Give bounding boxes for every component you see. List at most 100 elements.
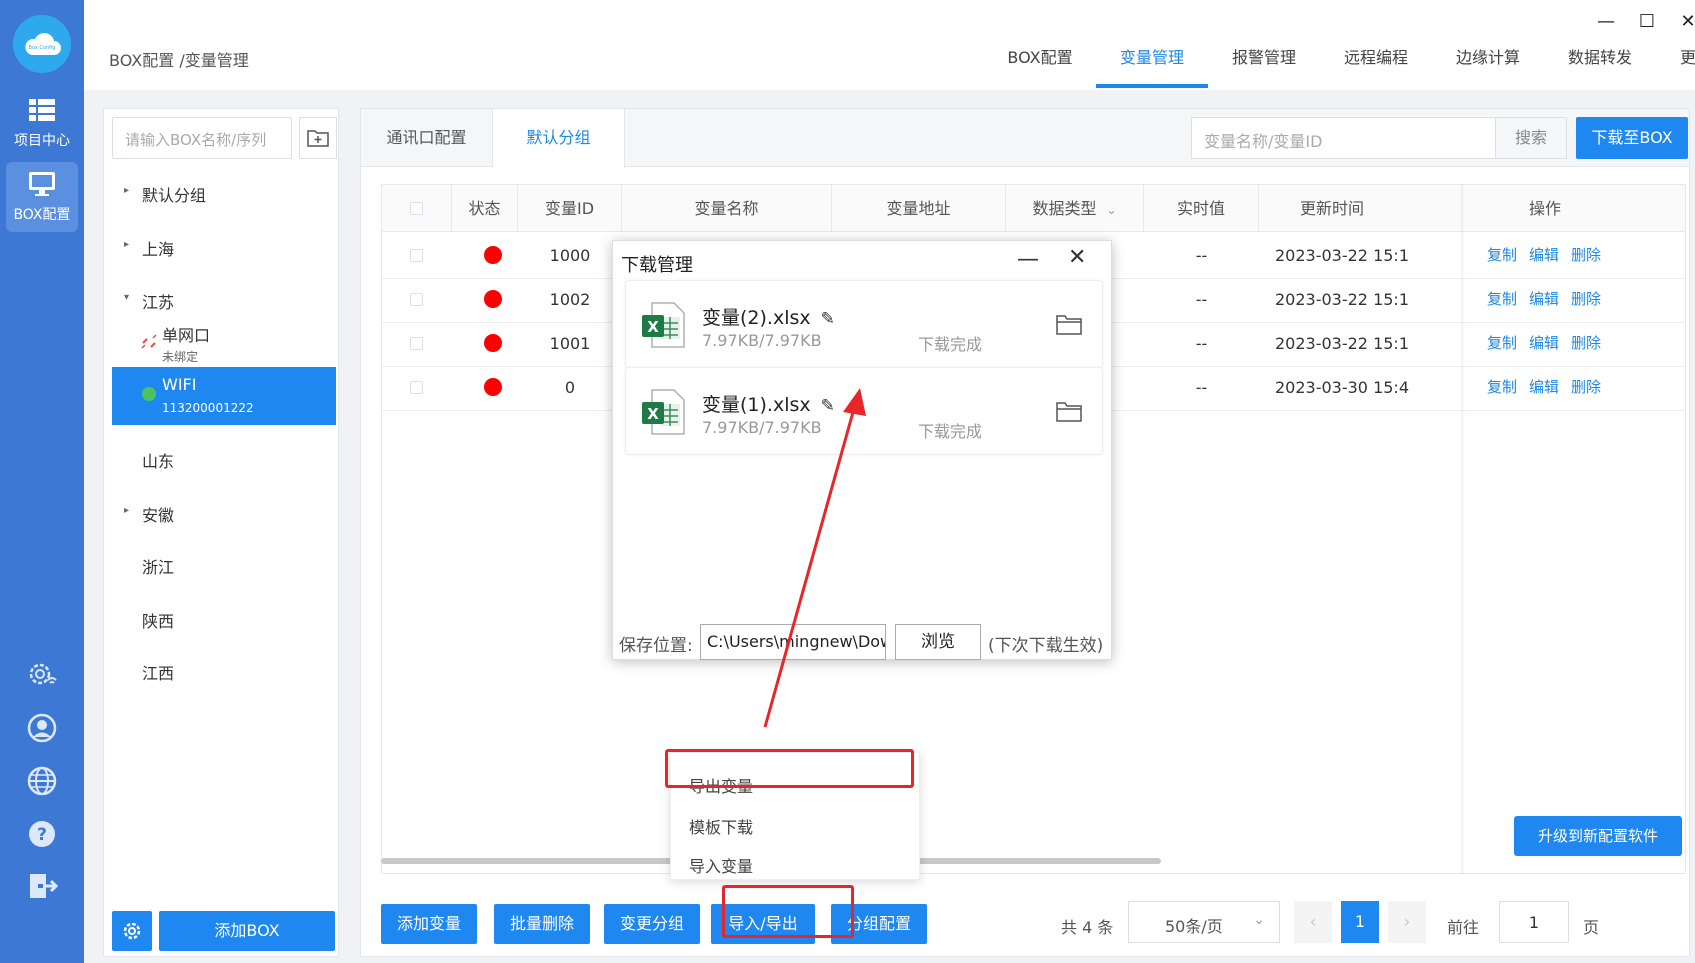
expand-arrow-icon: ▸ — [124, 185, 130, 196]
tree-box-wifi[interactable]: WIFI 113200001222 — [112, 367, 336, 425]
row-actions: 复制 编辑 删除 — [1487, 364, 1613, 411]
add-box-button[interactable]: 添加BOX — [159, 911, 335, 951]
top-header: BOX配置 /变量管理 BOX配置 变量管理 报警管理 远程编程 边缘计算 数据… — [84, 0, 1695, 90]
breadcrumb: BOX配置 /变量管理 — [109, 51, 249, 70]
row-checkbox[interactable] — [410, 337, 423, 350]
help-icon[interactable]: ? — [26, 818, 58, 850]
nav-project-center[interactable]: 项目中心 — [6, 88, 78, 158]
download-to-box-button[interactable]: 下载至BOX — [1576, 117, 1688, 159]
dialog-close-icon[interactable]: ✕ — [1068, 245, 1086, 270]
dialog-minimize-icon[interactable]: — — [1017, 247, 1039, 272]
rename-pencil-icon[interactable]: ✎ — [821, 309, 835, 329]
variable-search-input[interactable]: 变量名称/变量ID — [1191, 117, 1496, 159]
copy-link[interactable]: 复制 — [1487, 334, 1517, 352]
tab-remote-programming[interactable]: 远程编程 — [1320, 0, 1432, 90]
effective-next-download-note: (下次下载生效) — [988, 636, 1104, 656]
settings-button[interactable] — [112, 911, 152, 951]
save-location-input[interactable]: C:\Users\mingnew\Dow — [700, 624, 886, 660]
dialog-title: 下载管理 — [621, 255, 693, 276]
globe-icon[interactable] — [26, 765, 58, 797]
delete-link[interactable]: 删除 — [1571, 378, 1601, 396]
fixed-column-shadow — [1461, 184, 1465, 874]
box-search-input[interactable]: 请输入BOX名称/序列 — [112, 117, 292, 159]
tree-group-jiangxi[interactable]: 江西 — [104, 643, 338, 699]
tab-box-config[interactable]: BOX配置 — [984, 0, 1096, 90]
edit-link[interactable]: 编辑 — [1529, 378, 1559, 396]
col-realtime-value: 实时值 — [1144, 185, 1259, 232]
edit-link[interactable]: 编辑 — [1529, 290, 1559, 308]
app-logo[interactable]: Box Config — [13, 15, 71, 73]
unlinked-icon — [141, 334, 157, 349]
next-page-button[interactable]: › — [1388, 901, 1426, 943]
select-all-checkbox[interactable] — [410, 202, 423, 215]
page-size-select[interactable]: 50条/页 ⌄ — [1128, 901, 1280, 943]
status-dot — [484, 378, 502, 396]
browse-button[interactable]: 浏览 — [895, 624, 981, 660]
copy-link[interactable]: 复制 — [1487, 290, 1517, 308]
tree-group-zhejiang[interactable]: 浙江 — [104, 537, 338, 593]
search-button[interactable]: 搜索 — [1495, 117, 1567, 159]
online-status-dot — [142, 387, 156, 401]
row-checkbox[interactable] — [410, 381, 423, 394]
col-actions: 操作 — [1528, 199, 1561, 218]
row-checkbox[interactable] — [410, 249, 423, 262]
batch-delete-button[interactable]: 批量删除 — [494, 904, 590, 944]
menu-template-download[interactable]: 模板下载 — [689, 814, 753, 838]
page-number-current[interactable]: 1 — [1341, 901, 1379, 943]
goto-page-input[interactable]: 1 — [1499, 901, 1569, 943]
upgrade-config-software-button[interactable]: 升级到新配置软件 — [1514, 816, 1682, 856]
box-tree-panel: 请输入BOX名称/序列 ▸ 默认分组 ▸ 上海 ▾ 江苏 单网口 未绑定 WIF… — [103, 108, 339, 957]
open-folder-icon[interactable] — [1056, 400, 1082, 422]
col-data-type[interactable]: 数据类型 ⌄ — [1006, 185, 1144, 232]
tab-alarm-management[interactable]: 报警管理 — [1208, 0, 1320, 90]
open-folder-icon[interactable] — [1056, 313, 1082, 335]
add-variable-button[interactable]: 添加变量 — [381, 904, 477, 944]
tab-default-group[interactable]: 默认分组 — [493, 109, 625, 168]
tree-box-single-port[interactable]: 单网口 未绑定 — [112, 314, 336, 372]
nav-label: BOX配置 — [13, 207, 71, 223]
edit-link[interactable]: 编辑 — [1529, 246, 1559, 264]
edit-link[interactable]: 编辑 — [1529, 334, 1559, 352]
menu-import-variables[interactable]: 导入变量 — [689, 853, 753, 877]
nav-box-config[interactable]: BOX配置 — [6, 162, 78, 232]
logout-icon[interactable] — [26, 870, 58, 902]
change-group-button[interactable]: 变更分组 — [604, 904, 700, 944]
tree-group-shandong[interactable]: 山东 — [104, 431, 338, 487]
tree-group-anhui[interactable]: ▸ 安徽 — [104, 485, 338, 541]
delete-link[interactable]: 删除 — [1571, 246, 1601, 264]
rename-pencil-icon[interactable]: ✎ — [821, 396, 835, 416]
cloud-icon: Box Config — [25, 32, 62, 55]
add-folder-button[interactable] — [299, 117, 337, 159]
row-actions: 复制 编辑 删除 — [1487, 320, 1613, 367]
copy-link[interactable]: 复制 — [1487, 246, 1517, 264]
minimize-icon[interactable]: — — [1594, 10, 1618, 34]
delete-link[interactable]: 删除 — [1571, 290, 1601, 308]
bottom-toolbar: 添加变量 批量删除 变更分组 导入/导出 分组配置 共 4 条 50条/页 ⌄ ‹… — [361, 879, 1689, 957]
row-checkbox[interactable] — [410, 293, 423, 306]
delete-link[interactable]: 删除 — [1571, 334, 1601, 352]
tab-edge-computing[interactable]: 边缘计算 — [1432, 0, 1544, 90]
expand-arrow-icon: ▸ — [124, 505, 130, 516]
top-nav: BOX配置 变量管理 报警管理 远程编程 边缘计算 数据转发 更多功能 — [984, 0, 1695, 90]
prev-page-button[interactable]: ‹ — [1294, 901, 1332, 943]
tree-group-shaanxi[interactable]: 陕西 — [104, 591, 338, 647]
user-icon[interactable] — [26, 712, 58, 744]
file-size: 7.97KB/7.97KB — [702, 418, 822, 437]
settings-wifi-icon[interactable] — [26, 658, 58, 690]
tree-group-shanghai[interactable]: ▸ 上海 — [104, 219, 338, 275]
tab-comm-port-config[interactable]: 通讯口配置 — [361, 109, 493, 167]
collapse-arrow-icon: ▾ — [124, 292, 130, 303]
tab-variable-management[interactable]: 变量管理 — [1096, 0, 1208, 90]
status-dot — [484, 290, 502, 308]
download-item[interactable]: X 变量(1).xlsx ✎ 7.97KB/7.97KB 下载完成 — [625, 367, 1103, 455]
download-manager-dialog: 下载管理 — ✕ X 变量(2).xlsx ✎ 7.97KB/7.97KB 下载完… — [612, 240, 1112, 660]
copy-link[interactable]: 复制 — [1487, 378, 1517, 396]
tree-group-default[interactable]: ▸ 默认分组 — [104, 165, 338, 221]
close-icon[interactable]: ✕ — [1676, 10, 1695, 34]
nav-label: 项目中心 — [14, 133, 70, 149]
maximize-icon[interactable]: ☐ — [1635, 10, 1659, 34]
file-name: 变量(2).xlsx ✎ — [702, 307, 835, 329]
total-count: 共 4 条 — [1061, 918, 1114, 937]
download-item[interactable]: X 变量(2).xlsx ✎ 7.97KB/7.97KB 下载完成 — [625, 280, 1103, 368]
svg-text:?: ? — [37, 825, 47, 845]
